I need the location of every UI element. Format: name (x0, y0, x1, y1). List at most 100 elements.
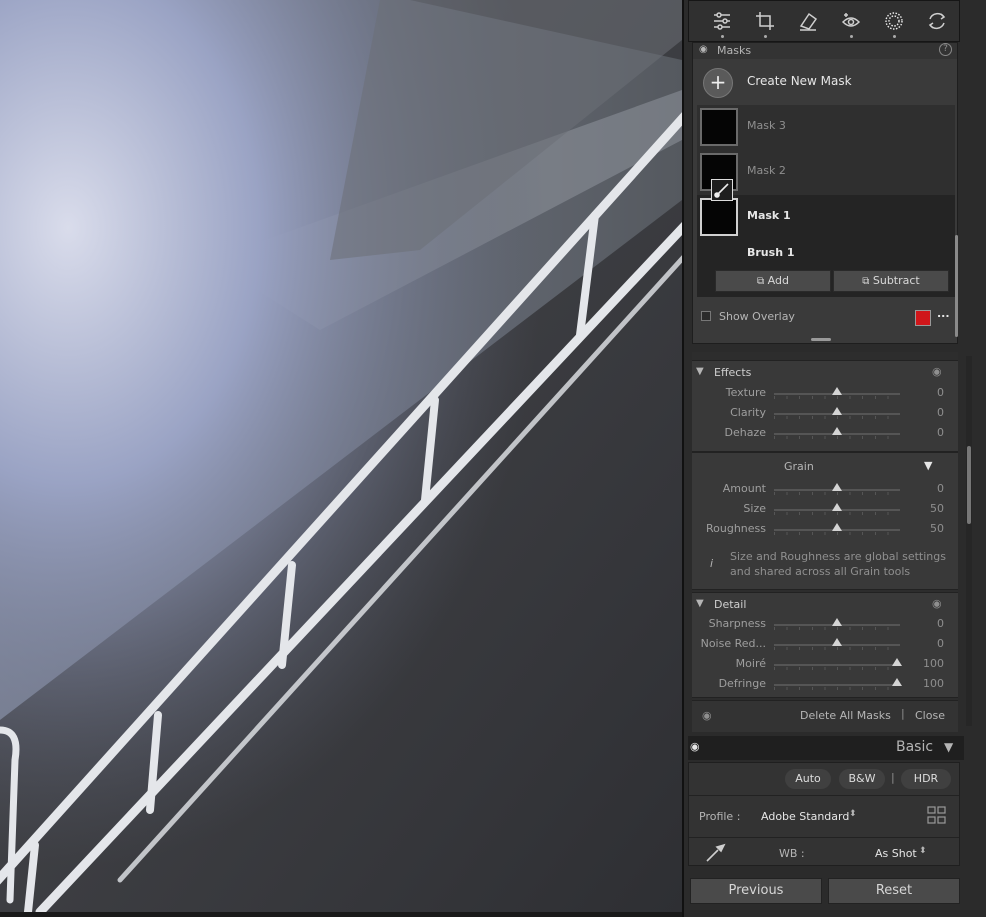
collapse-triangle-icon[interactable]: ▼ (696, 598, 704, 609)
brush-component-label[interactable]: Brush 1 (747, 246, 795, 259)
slider-thumb[interactable] (832, 523, 842, 531)
slider-value[interactable]: 0 (937, 386, 944, 399)
profile-browser-grid-icon[interactable] (927, 805, 947, 825)
slider-thumb[interactable] (832, 638, 842, 646)
slider-row: Size 50 (692, 499, 958, 519)
masking-icon[interactable] (879, 7, 909, 35)
eye-icon[interactable]: ◉ (699, 44, 708, 55)
slider-ticks (774, 667, 900, 670)
masks-header: ◉ Masks ? (693, 43, 957, 59)
presets-icon[interactable] (922, 7, 952, 35)
mask-row-mask-3[interactable]: Mask 3 (697, 105, 955, 150)
slider-label: Sharpness (708, 617, 766, 630)
photo-canvas[interactable] (0, 0, 682, 912)
mask-row-mask-2[interactable]: Mask 2 (697, 150, 955, 195)
panel-scrollbar-thumb[interactable] (967, 446, 971, 524)
delete-all-masks-button[interactable]: Delete All Masks (800, 709, 891, 722)
slider-track[interactable] (774, 664, 900, 666)
slider-thumb[interactable] (892, 678, 902, 686)
slider-thumb[interactable] (832, 503, 842, 511)
wb-label: WB : (779, 847, 805, 860)
masks-title: Masks (717, 44, 752, 57)
subtract-button[interactable]: ⧉ Subtract (833, 270, 949, 292)
slider-thumb[interactable] (832, 407, 842, 415)
basic-title: Basic (896, 739, 934, 755)
profile-select[interactable]: Adobe Standard (761, 810, 849, 823)
mask-adjustments: ▼ Effects ◉ Texture 0 Clarity 0 Dehaze 0 Grai… (692, 352, 958, 732)
grain-title: Grain (784, 460, 814, 473)
slider-value[interactable]: 50 (930, 502, 944, 515)
healing-eraser-icon[interactable] (793, 7, 823, 35)
slider-label: Noise Red... (700, 637, 766, 650)
slider-thumb[interactable] (832, 387, 842, 395)
help-icon[interactable]: ? (939, 43, 952, 56)
slider-ticks (774, 532, 900, 535)
eye-icon[interactable]: ◉ (932, 597, 942, 610)
add-label: Add (767, 274, 789, 287)
eye-icon[interactable]: ◉ (932, 365, 942, 378)
slider-value[interactable]: 100 (923, 677, 944, 690)
hdr-button[interactable]: HDR (901, 769, 951, 789)
collapse-triangle-icon[interactable]: ▼ (696, 366, 704, 377)
detail-section: ▼ Detail ◉ Sharpness 0 Noise Red... 0 Moiré 1… (692, 592, 958, 698)
slider-ticks (774, 492, 900, 495)
slider-label: Size (743, 502, 766, 515)
auto-button[interactable]: Auto (785, 769, 831, 789)
profile-label: Profile : (699, 810, 741, 823)
overlay-color-swatch[interactable] (915, 310, 931, 326)
slider-thumb[interactable] (832, 427, 842, 435)
slider-value[interactable]: 0 (937, 617, 944, 630)
crop-icon[interactable] (750, 7, 780, 35)
previous-button[interactable]: Previous (690, 878, 822, 904)
create-new-mask-label[interactable]: Create New Mask (747, 74, 852, 88)
panel-scrollbar-track[interactable] (966, 356, 972, 726)
effects-title: Effects (714, 366, 752, 379)
add-button[interactable]: ⧉ Add (715, 270, 831, 292)
basic-header[interactable]: ◉ Basic ▼ (688, 736, 964, 760)
basic-collapse-icon[interactable]: ▼ (944, 740, 953, 754)
wb-select-chevron-icon[interactable]: ⬍ (919, 846, 927, 856)
masks-grip[interactable] (811, 338, 831, 341)
edit-sliders-icon[interactable] (707, 7, 737, 35)
slider-ticks (774, 627, 900, 630)
slider-label: Moiré (735, 657, 766, 670)
slider-row: Texture 0 (692, 383, 958, 403)
detail-title: Detail (714, 598, 747, 611)
slider-value[interactable]: 100 (923, 657, 944, 670)
mask-thumbnail (700, 108, 738, 146)
slider-value[interactable]: 0 (937, 406, 944, 419)
slider-track[interactable] (774, 684, 900, 686)
masks-footer: ◉ Delete All Masks | Close (692, 700, 958, 732)
profile-select-chevron-icon[interactable]: ⬍ (849, 809, 857, 819)
add-icon: ⧉ (757, 276, 765, 287)
mask-name: Mask 3 (747, 119, 786, 132)
slider-ticks (774, 647, 900, 650)
slider-value[interactable]: 0 (937, 426, 944, 439)
create-new-mask-button[interactable]: + (703, 68, 733, 98)
bw-button[interactable]: B&W (839, 769, 885, 789)
wb-select[interactable]: As Shot (875, 847, 917, 860)
close-button[interactable]: Close (915, 709, 945, 722)
slider-thumb[interactable] (892, 658, 902, 666)
bottom-bar: Previous Reset (684, 874, 986, 917)
grain-expand-icon[interactable]: ▼ (924, 459, 932, 472)
slider-row: Dehaze 0 (692, 423, 958, 443)
mask-list-scrollbar[interactable] (955, 235, 958, 337)
slider-value[interactable]: 0 (937, 637, 944, 650)
slider-value[interactable]: 50 (930, 522, 944, 535)
eye-icon[interactable]: ◉ (690, 740, 700, 753)
slider-row: Roughness 50 (692, 519, 958, 539)
red-eye-icon[interactable] (836, 7, 866, 35)
slider-row: Clarity 0 (692, 403, 958, 423)
slider-value[interactable]: 0 (937, 482, 944, 495)
reset-button[interactable]: Reset (828, 878, 960, 904)
eye-icon[interactable]: ◉ (702, 709, 712, 722)
effects-section: ▼ Effects ◉ Texture 0 Clarity 0 Dehaze 0 (692, 360, 958, 452)
more-options-icon[interactable]: ... (937, 307, 950, 320)
slider-thumb[interactable] (832, 618, 842, 626)
slider-ticks (774, 396, 900, 399)
show-overlay-checkbox[interactable] (701, 311, 711, 321)
white-balance-eyedropper-icon[interactable] (703, 841, 727, 865)
slider-thumb[interactable] (832, 483, 842, 491)
photo-image (0, 0, 682, 912)
